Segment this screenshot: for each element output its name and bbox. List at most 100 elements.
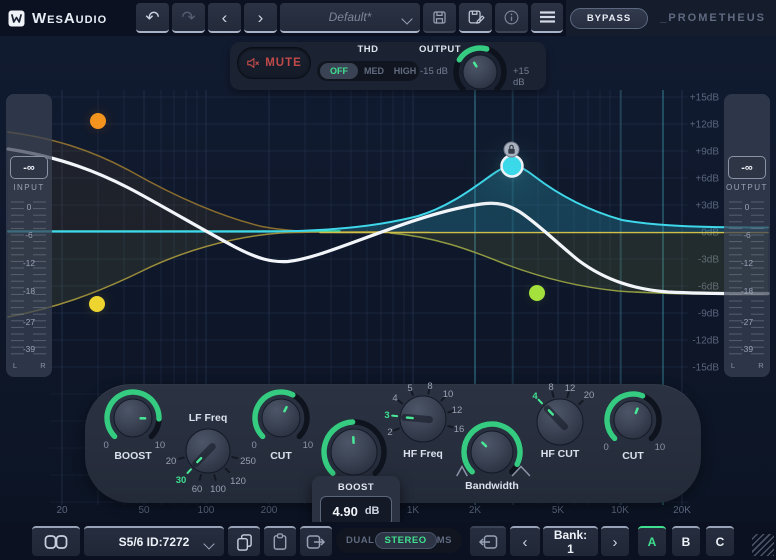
redo-icon: ↷: [181, 9, 195, 26]
info-button[interactable]: [495, 3, 528, 33]
output-meter-r: R: [758, 361, 764, 370]
svg-text:-12: -12: [23, 258, 36, 268]
preset-name: Default*: [329, 10, 372, 24]
mute-label: MUTE: [265, 57, 302, 69]
svg-text:0: 0: [27, 202, 32, 212]
input-meter-scale: 0-6-12-18-27-39LR: [6, 94, 52, 377]
bottom-toolbar: S5/6 ID:7272 DUAL STEREO MS: [0, 522, 776, 560]
prometheus-plugin-window: WesAudio ↶ ↷ ‹ › Default*: [0, 0, 776, 560]
svg-text:+6dB: +6dB: [695, 174, 719, 185]
hf-boost-handle[interactable]: [502, 156, 523, 177]
thd-option-off[interactable]: OFF: [320, 63, 358, 79]
logo-text: WesAudio: [32, 10, 107, 27]
next-bank-button[interactable]: ›: [601, 526, 629, 556]
lf-cut-handle[interactable]: [89, 296, 105, 312]
mode-stereo[interactable]: STEREO: [375, 532, 437, 549]
mute-speaker-icon: [246, 56, 260, 70]
channel-label: S5/6 ID:7272: [119, 535, 190, 549]
svg-text:+3dB: +3dB: [695, 201, 719, 212]
thd-option-high[interactable]: HIGH: [390, 66, 420, 76]
save-button[interactable]: [423, 3, 456, 33]
undo-icon: ↶: [145, 9, 159, 26]
next-preset-button[interactable]: ›: [244, 3, 277, 33]
redo-button[interactable]: ↷: [172, 3, 205, 33]
svg-text:-9dB: -9dB: [698, 309, 719, 320]
svg-text:+9dB: +9dB: [695, 147, 719, 158]
svg-text:-27: -27: [23, 317, 36, 327]
save-as-button[interactable]: [459, 3, 492, 33]
undo-button[interactable]: ↶: [136, 3, 169, 33]
mode-dual[interactable]: DUAL: [346, 535, 374, 546]
link-channels-icon: [44, 534, 68, 550]
svg-text:+15dB: +15dB: [690, 93, 720, 104]
recall-bank-button[interactable]: [470, 526, 506, 556]
save-as-icon: [467, 8, 485, 26]
svg-text:100: 100: [198, 505, 215, 516]
svg-text:2K: 2K: [469, 505, 482, 516]
paste-clipboard-icon: [272, 533, 288, 551]
svg-text:-12: -12: [741, 258, 754, 268]
svg-text:1K: 1K: [407, 505, 420, 516]
output-meter-l: L: [731, 361, 735, 370]
bypass-button[interactable]: BYPASS: [570, 8, 648, 29]
slot-c-button[interactable]: C: [706, 526, 734, 556]
prev-bank-button[interactable]: ‹: [510, 526, 540, 556]
top-right-panel: BYPASS _PROMETHEUS: [566, 0, 776, 36]
svg-text:+12dB: +12dB: [690, 120, 720, 131]
svg-text:-39: -39: [23, 344, 36, 354]
svg-text:-18: -18: [23, 286, 36, 296]
send-to-icon: [306, 534, 326, 550]
slot-b-button[interactable]: B: [672, 526, 700, 556]
svg-text:0: 0: [745, 202, 750, 212]
paste-button[interactable]: [264, 526, 296, 556]
chevron-down-icon: [401, 13, 412, 24]
thd-title: THD: [357, 44, 378, 55]
output-title: OUTPUT: [419, 44, 461, 55]
lock-icon: [508, 149, 514, 154]
copy-button[interactable]: [228, 526, 260, 556]
chevron-left-icon: ‹: [222, 9, 228, 26]
menu-button[interactable]: [531, 3, 563, 33]
prev-preset-button[interactable]: ‹: [208, 3, 241, 33]
thd-option-med[interactable]: MED: [358, 66, 390, 76]
thd-output-panel: MUTE THD OFF MED HIGH OUTPUT -15 dB +15 …: [230, 42, 546, 90]
svg-text:10K: 10K: [611, 505, 629, 516]
brand-label: _PROMETHEUS: [660, 12, 766, 24]
wesaudio-logo: WesAudio: [8, 5, 107, 31]
chevron-left-icon: ‹: [523, 534, 528, 551]
resize-grip[interactable]: [752, 534, 774, 556]
wesaudio-logo-icon: [8, 10, 25, 27]
copy-icon: [236, 533, 253, 551]
load-from-icon: [478, 534, 498, 550]
bank-label: Bank: 1: [549, 528, 592, 556]
chevron-right-icon: ›: [613, 534, 618, 551]
channel-selector[interactable]: S5/6 ID:7272: [84, 526, 224, 556]
bank-display[interactable]: Bank: 1: [543, 526, 598, 556]
chevron-down-icon: [203, 538, 214, 549]
save-icon: [431, 9, 448, 26]
input-meter-l: L: [13, 361, 17, 370]
output-meter-scale: 0-6-12-18-27-39LR: [724, 94, 770, 377]
hf-cut-handle[interactable]: [529, 285, 545, 301]
svg-text:-39: -39: [741, 344, 754, 354]
copy-to-channel-button[interactable]: [300, 526, 332, 556]
svg-text:5K: 5K: [552, 505, 565, 516]
svg-text:50: 50: [138, 505, 150, 516]
svg-text:-27: -27: [741, 317, 754, 327]
svg-text:20K: 20K: [673, 505, 691, 516]
boost-value: 4.90: [333, 504, 358, 519]
slot-a-button[interactable]: A: [638, 526, 666, 556]
channel-link-button[interactable]: [32, 526, 80, 556]
preset-selector[interactable]: Default*: [280, 3, 420, 33]
top-toolbar: WesAudio ↶ ↷ ‹ › Default*: [0, 0, 776, 36]
output-max-label: +15 dB: [513, 66, 535, 88]
svg-text:-6: -6: [25, 230, 33, 240]
mode-ms[interactable]: MS: [437, 535, 452, 546]
svg-text:20: 20: [56, 505, 68, 516]
thd-toggle-group: OFF MED HIGH: [317, 61, 419, 81]
svg-text:-12dB: -12dB: [692, 336, 719, 347]
mute-button[interactable]: MUTE: [237, 47, 311, 79]
lf-boost-handle[interactable]: [90, 113, 106, 129]
popup-param-label: BOOST: [312, 482, 400, 493]
output-min-label: -15 dB: [420, 66, 448, 77]
